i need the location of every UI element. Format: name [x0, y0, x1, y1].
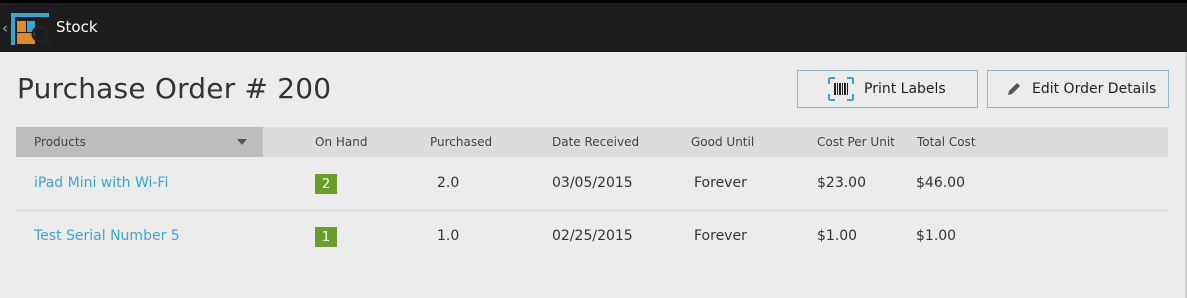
page-title: Purchase Order # 200: [17, 72, 332, 105]
products-column-filter[interactable]: Products: [16, 127, 263, 157]
cost-per-unit-value: $1.00: [817, 228, 858, 244]
app-title[interactable]: Stock: [56, 18, 98, 36]
edit-order-details-label: Edit Order Details: [1032, 81, 1157, 97]
on-hand-badge: 1: [315, 227, 337, 247]
table-row[interactable]: iPad Mini with Wi-Fi 2 2.0 03/05/2015 Fo…: [16, 158, 1168, 211]
good-until-value: Forever: [694, 228, 747, 244]
date-received-value: 02/25/2015: [552, 228, 633, 244]
action-bar: ‹ Stock: [0, 0, 1187, 52]
print-labels-label: Print Labels: [864, 81, 946, 97]
cost-per-unit-value: $23.00: [817, 175, 866, 191]
dropdown-arrow-icon[interactable]: [237, 139, 247, 145]
header-purchased[interactable]: Purchased: [430, 135, 492, 149]
back-chevron-icon[interactable]: ‹: [2, 19, 8, 37]
good-until-value: Forever: [694, 175, 747, 191]
total-cost-value: $46.00: [916, 175, 965, 191]
purchased-value: 2.0: [437, 175, 460, 191]
date-received-value: 03/05/2015: [552, 175, 633, 191]
header-good-until[interactable]: Good Until: [691, 135, 754, 149]
header-on-hand[interactable]: On Hand: [315, 135, 367, 149]
pencil-icon: [1006, 81, 1022, 97]
product-link[interactable]: iPad Mini with Wi-Fi: [34, 175, 168, 191]
header-products: Products: [34, 135, 86, 149]
table-header: Products On Hand Purchased Date Received…: [16, 127, 1168, 157]
total-cost-value: $1.00: [916, 228, 957, 244]
header-date-received[interactable]: Date Received: [552, 135, 639, 149]
print-labels-button[interactable]: Print Labels: [797, 70, 978, 108]
on-hand-badge: 2: [315, 174, 337, 194]
barcode-icon: [828, 77, 854, 101]
purchased-value: 1.0: [437, 228, 460, 244]
product-link[interactable]: Test Serial Number 5: [34, 228, 180, 244]
header-total-cost[interactable]: Total Cost: [917, 135, 976, 149]
table-row[interactable]: Test Serial Number 5 1 1.0 02/25/2015 Fo…: [16, 211, 1168, 263]
edit-order-details-button[interactable]: Edit Order Details: [987, 70, 1169, 108]
header-cost-per-unit[interactable]: Cost Per Unit: [817, 135, 895, 149]
stock-app-icon[interactable]: [10, 12, 54, 48]
